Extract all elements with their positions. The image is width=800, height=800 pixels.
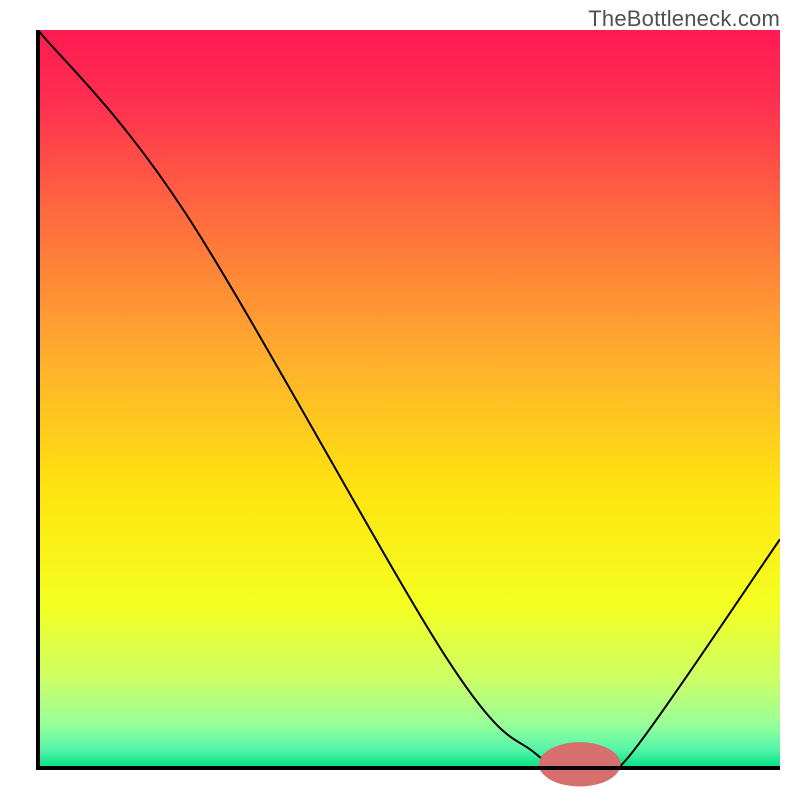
chart-svg [0,0,800,800]
bottleneck-chart: TheBottleneck.com [0,0,800,800]
plot-background [38,30,780,768]
attribution-label: TheBottleneck.com [588,6,780,32]
optimal-marker [539,742,621,786]
